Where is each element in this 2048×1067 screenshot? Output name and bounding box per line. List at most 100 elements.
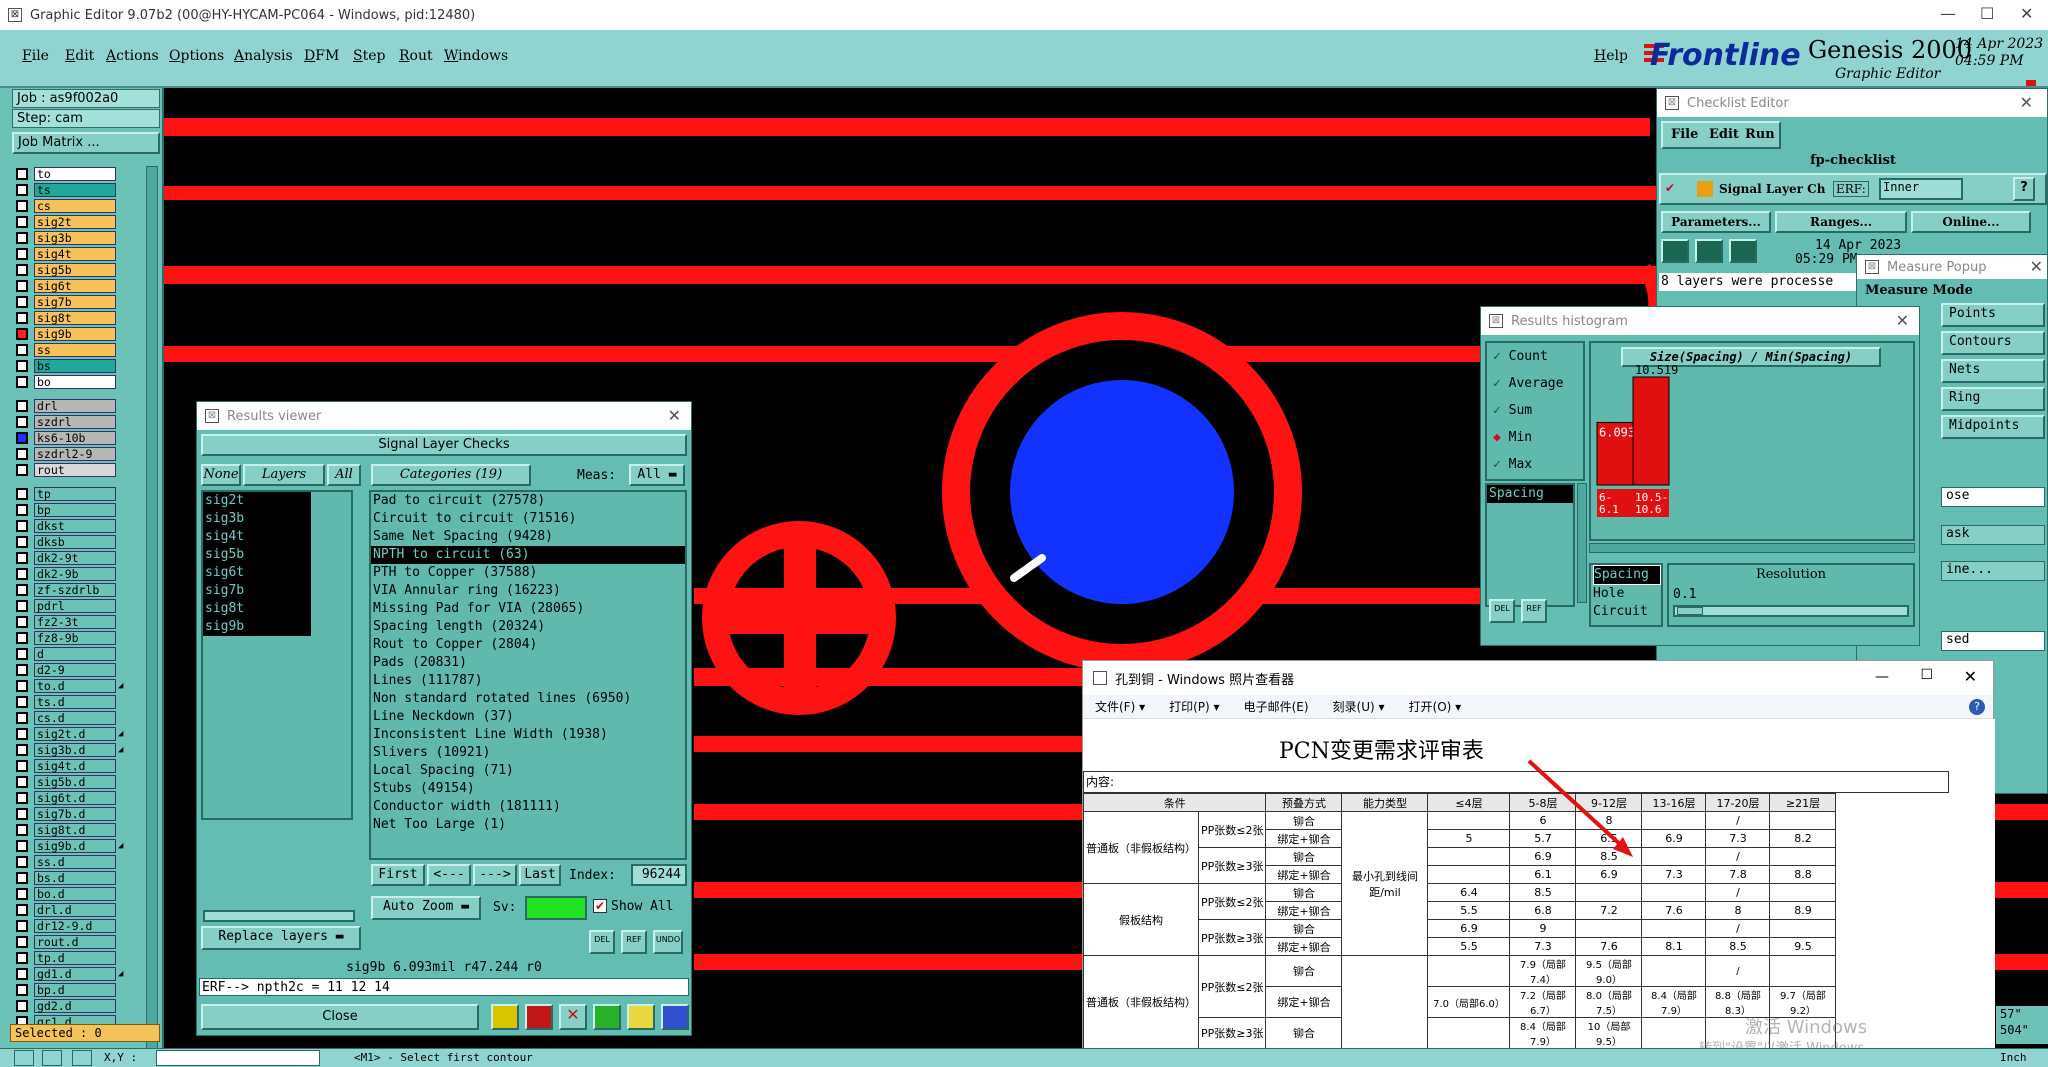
layer-name[interactable]: fz2-3t [34, 615, 116, 629]
layer-row[interactable]: ts.d [12, 694, 132, 710]
layer-result-item[interactable]: sig2t [203, 492, 311, 510]
layer-result-item[interactable]: sig8t [203, 600, 311, 618]
layer-checkbox[interactable] [16, 280, 28, 292]
layer-checkbox[interactable] [16, 248, 28, 260]
run-all-icon[interactable] [1661, 239, 1689, 263]
status-tool-icon[interactable] [42, 1050, 62, 1066]
category-results-list[interactable]: Pad to circuit (27578) Circuit to circuit… [369, 490, 687, 860]
layer-result-item[interactable]: sig9b [203, 618, 311, 636]
layer-row[interactable]: sig5b [12, 262, 132, 278]
category-result-item[interactable]: VIA Annular ring (16223) [371, 582, 685, 600]
layer-result-item[interactable]: sig4t [203, 528, 311, 546]
menu-analysis[interactable]: Analysis [234, 48, 293, 64]
photo-tool-item[interactable]: 刻录(U) ▾ [1333, 698, 1385, 715]
layer-name[interactable]: bs.d [34, 871, 116, 885]
layer-name[interactable]: sig5b.d [34, 775, 116, 789]
layer-name[interactable]: dk2-9t [34, 551, 116, 565]
layer-row[interactable]: bp [12, 502, 132, 518]
histogram-type-list[interactable]: Spacing Hole Circuit [1589, 563, 1663, 627]
layer-checkbox[interactable] [16, 584, 28, 596]
layer-list-scrollbar[interactable] [203, 910, 355, 922]
layer-row[interactable]: sig2t [12, 214, 132, 230]
layer-row[interactable]: sig5b.d [12, 774, 132, 790]
layer-name[interactable]: ts [34, 183, 116, 197]
layer-name[interactable]: ss [34, 343, 116, 357]
layer-row[interactable]: pdrl [12, 598, 132, 614]
layer-checkbox[interactable] [16, 904, 28, 916]
layer-checkbox[interactable] [16, 744, 28, 756]
layer-checkbox[interactable] [16, 840, 28, 852]
photo-maximize-button[interactable]: ☐ [1920, 667, 1933, 683]
menu-options[interactable]: Options [169, 48, 224, 64]
help-icon[interactable]: ? [2013, 177, 2035, 201]
layer-name[interactable]: sig2t [34, 215, 116, 229]
layer-checkbox[interactable] [16, 520, 28, 532]
histogram-hscroll[interactable] [1589, 543, 1915, 553]
layer-checkbox[interactable] [16, 632, 28, 644]
all-button[interactable]: All [327, 464, 361, 486]
layer-name[interactable]: tp.d [34, 951, 116, 965]
layer-row[interactable]: dkst [12, 518, 132, 534]
category-result-item[interactable]: Line Neckdown (37) [371, 708, 685, 726]
menu-file[interactable]: File [22, 48, 49, 64]
layer-row[interactable]: sig6t.d [12, 790, 132, 806]
photo-minimize-button[interactable]: — [1875, 669, 1889, 685]
layer-checkbox[interactable] [16, 664, 28, 676]
maximize-button[interactable]: ☐ [1980, 4, 1994, 23]
measure-extra-item[interactable]: ask [1941, 525, 2045, 545]
layer-checkbox[interactable] [16, 328, 28, 340]
histogram-option[interactable]: ✓ Sum [1487, 397, 1583, 424]
measure-mode-contours[interactable]: Contours [1941, 331, 2045, 355]
layer-checkbox[interactable] [16, 952, 28, 964]
layer-name[interactable]: drl [34, 399, 116, 413]
layer-checkbox[interactable] [16, 400, 28, 412]
layer-row[interactable]: bs [12, 358, 132, 374]
layer-row[interactable]: d [12, 646, 132, 662]
layer-checkbox[interactable] [16, 968, 28, 980]
auto-zoom-select[interactable]: Auto Zoom ▬ [371, 896, 481, 920]
layers-button[interactable]: Layers [243, 464, 325, 486]
layer-name[interactable]: sig5b [34, 263, 116, 277]
layer-name[interactable]: sig8t [34, 311, 116, 325]
category-result-item[interactable]: Local Spacing (71) [371, 762, 685, 780]
layer-row[interactable]: ss.d [12, 854, 132, 870]
layer-checkbox[interactable] [16, 648, 28, 660]
layer-checkbox[interactable] [16, 360, 28, 372]
category-result-item[interactable]: Inconsistent Line Width (1938) [371, 726, 685, 744]
layer-name[interactable]: rout.d [34, 935, 116, 949]
ranges-button[interactable]: Ranges... [1775, 211, 1907, 233]
layer-checkbox[interactable] [16, 600, 28, 612]
histogram-option[interactable]: ✓ Count [1487, 343, 1583, 370]
categories-button[interactable]: Categories (19) [371, 464, 531, 486]
layer-name[interactable]: bp.d [34, 983, 116, 997]
layer-checkbox[interactable] [16, 488, 28, 500]
cancel-icon[interactable]: ✕ [559, 1004, 587, 1030]
layer-checkbox[interactable] [16, 312, 28, 324]
measure-extra-item[interactable]: ose [1941, 487, 2045, 507]
xy-field[interactable] [156, 1050, 320, 1066]
measure-mode-midpoints[interactable]: Midpoints [1941, 415, 2045, 439]
layer-name[interactable]: dk2-9b [34, 567, 116, 581]
status-tool-icon[interactable] [72, 1050, 92, 1066]
layer-checkbox[interactable] [16, 376, 28, 388]
layer-row[interactable]: sig4t [12, 246, 132, 262]
close-icon[interactable]: ✕ [2030, 257, 2043, 276]
layer-name[interactable]: bp [34, 503, 116, 517]
replace-layers-select[interactable]: Replace layers ▬ [201, 926, 361, 950]
layer-checkbox[interactable] [16, 888, 28, 900]
layer-checkbox[interactable] [16, 416, 28, 428]
category-result-item[interactable]: Same Net Spacing (9428) [371, 528, 685, 546]
layer-checkbox[interactable] [16, 568, 28, 580]
layer-row[interactable]: gd2.d [12, 998, 132, 1014]
layer-checkbox[interactable] [16, 728, 28, 740]
measure-extra-item[interactable]: ine... [1941, 561, 2045, 581]
layer-row[interactable] [12, 478, 132, 486]
close-icon[interactable]: ✕ [2020, 93, 2033, 112]
checklist-menu-file[interactable]: File [1671, 127, 1698, 142]
layer-result-item[interactable]: sig3b [203, 510, 311, 528]
menu-edit[interactable]: Edit [65, 48, 94, 64]
layer-name[interactable]: sig7b [34, 295, 116, 309]
menu-help[interactable]: Help [1594, 48, 1628, 64]
first-button[interactable]: First [371, 864, 425, 886]
index-field[interactable]: 96244 [631, 864, 687, 886]
